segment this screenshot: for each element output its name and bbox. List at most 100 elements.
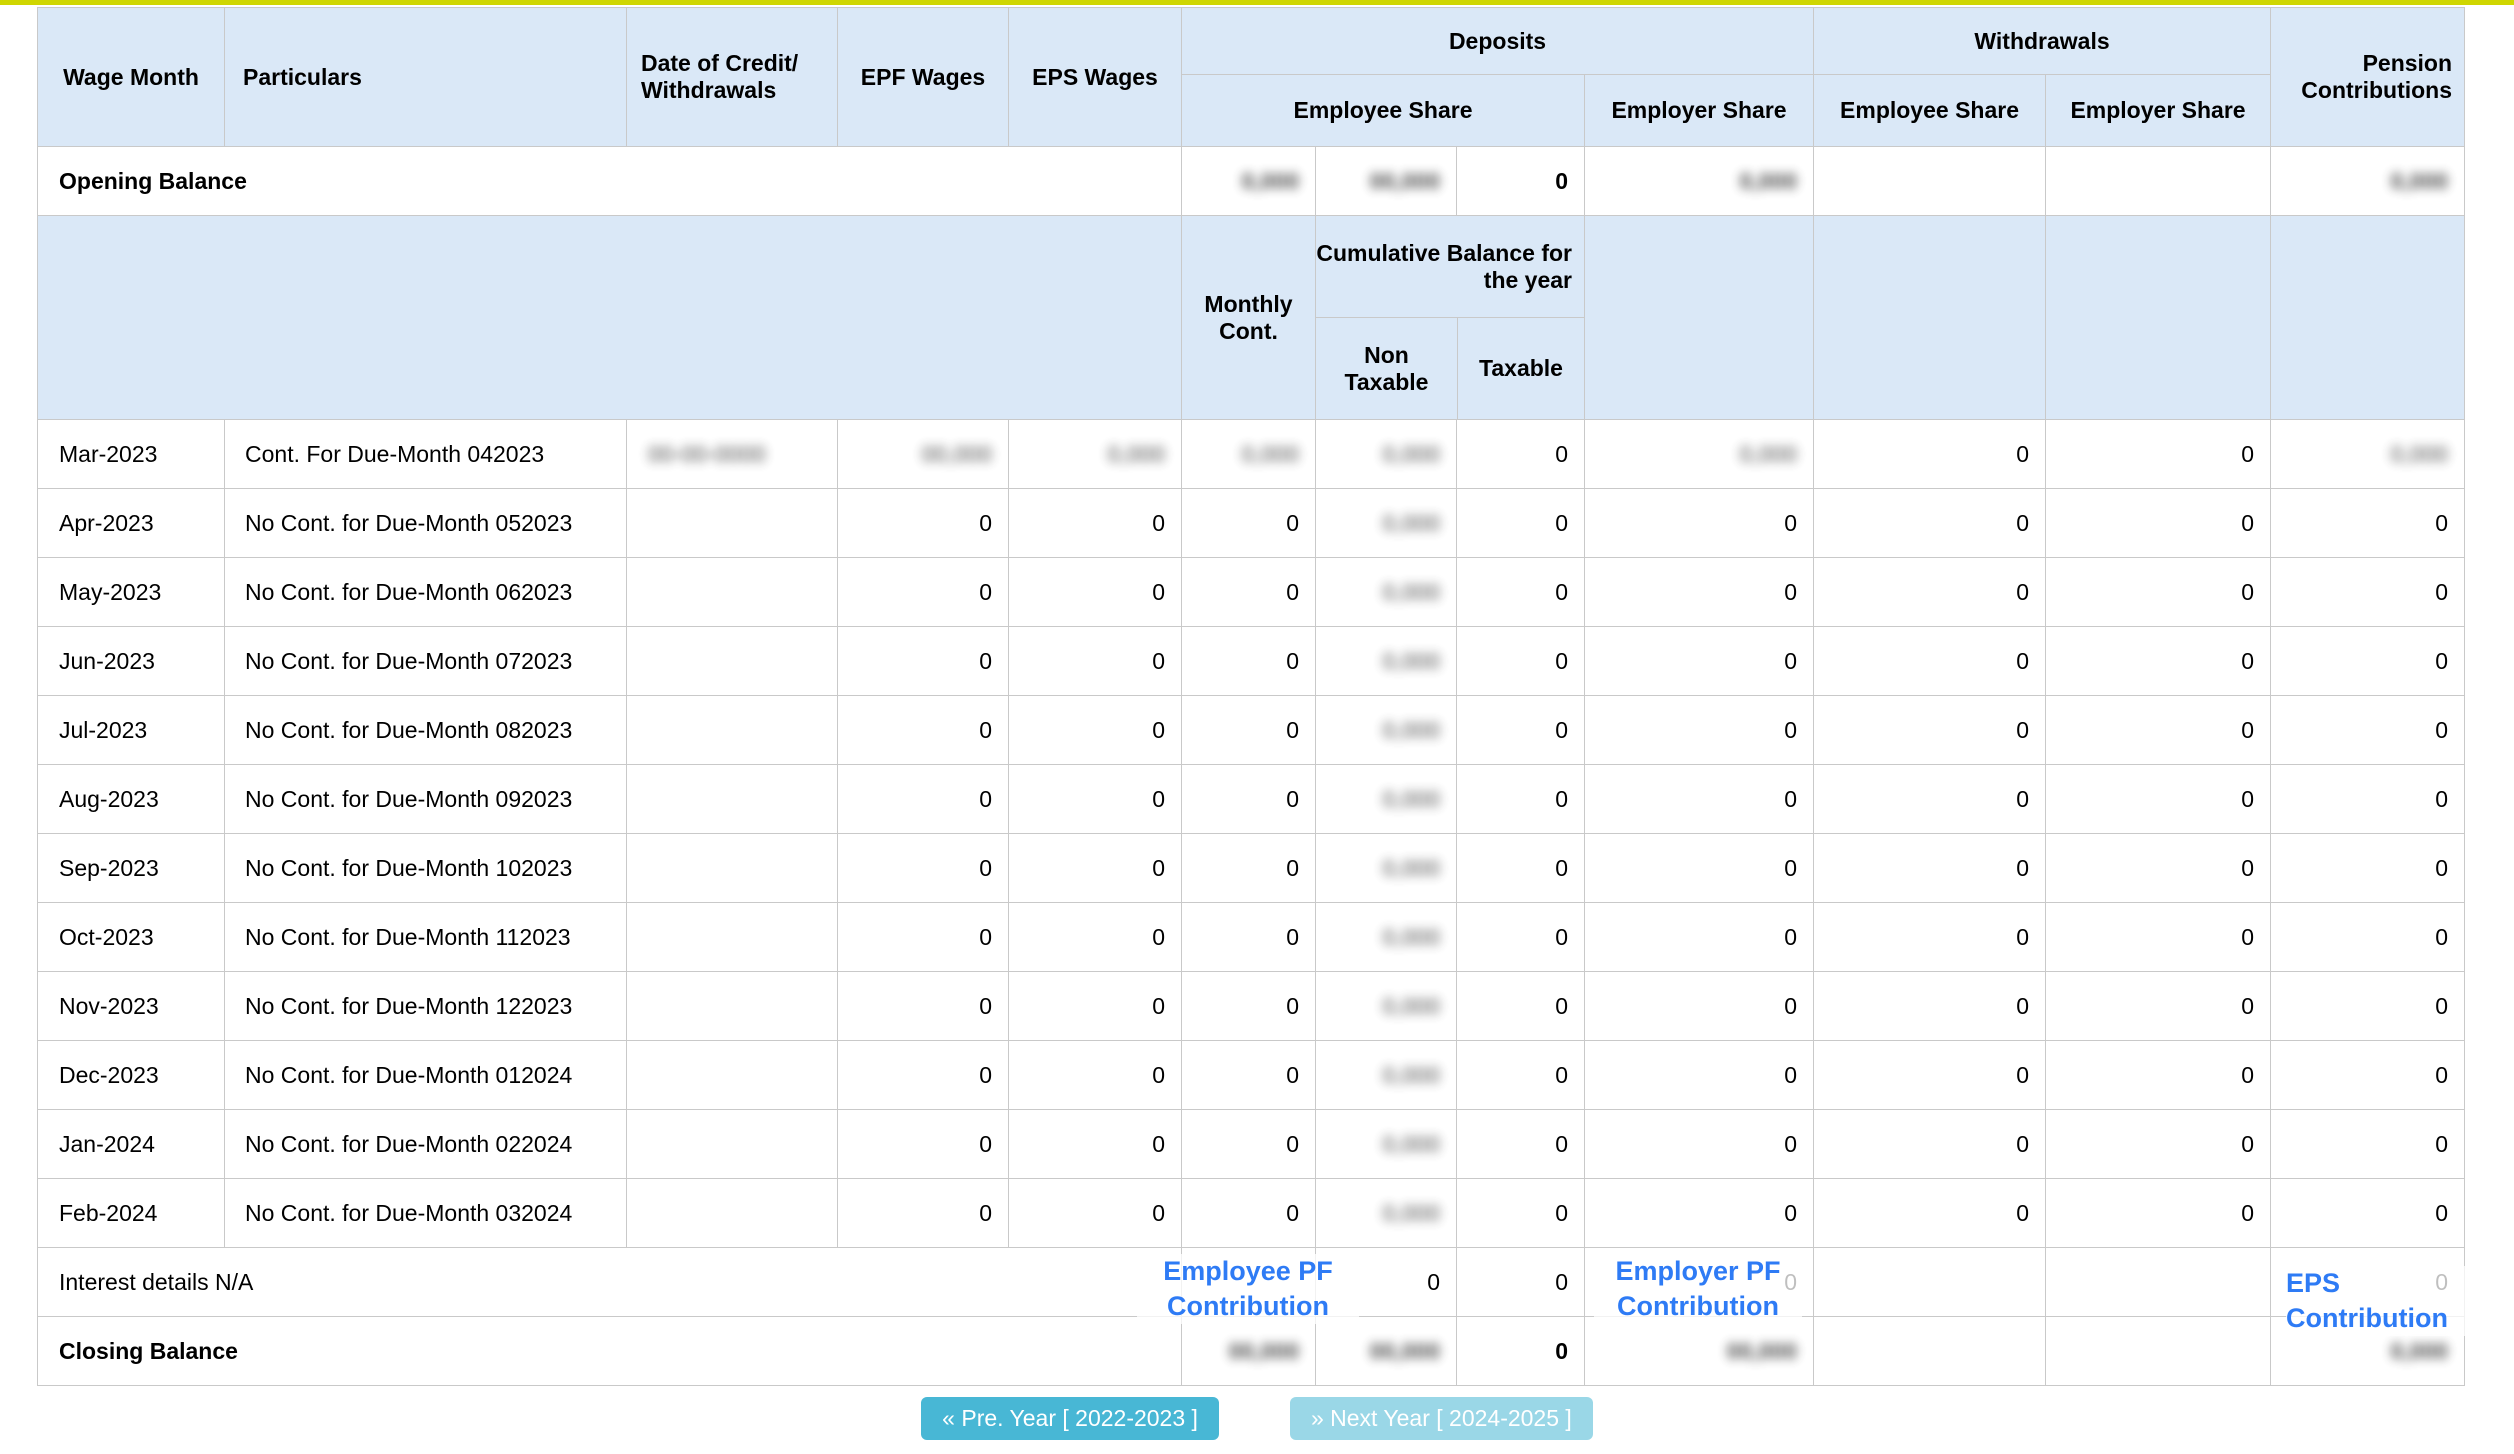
col-header-particulars: Particulars	[225, 8, 627, 147]
date-of-credit-cell	[627, 972, 838, 1041]
taxable-cell: 0	[1457, 834, 1585, 903]
redacted-value: 0,000	[1739, 441, 1797, 468]
taxable-cell: 0	[1457, 627, 1585, 696]
date-of-credit-cell	[627, 1041, 838, 1110]
redacted-value: 00,000	[1229, 1338, 1299, 1365]
epf-wages-cell: 0	[838, 627, 1009, 696]
eps-wages-cell: 0	[1009, 765, 1182, 834]
col-header-epf-wages: EPF Wages	[838, 8, 1009, 147]
annotation-eps-contribution: EPS Contribution	[2286, 1266, 2466, 1336]
employer-share-cell: 0	[1585, 972, 1814, 1041]
date-of-credit-cell	[627, 903, 838, 972]
withdrawal-employee-cell: 0	[1814, 972, 2046, 1041]
withdrawal-employer-cell: 0	[2046, 1110, 2271, 1179]
particulars-cell: No Cont. for Due-Month 112023	[225, 903, 627, 972]
wage-month-cell: Oct-2023	[38, 903, 225, 972]
particulars-cell: No Cont. for Due-Month 052023	[225, 489, 627, 558]
redacted-value: 00-00-0000	[648, 441, 766, 468]
passbook-table: Wage Month Particulars Date of Credit/ W…	[37, 7, 2465, 1386]
redacted-value: 0,000	[2390, 168, 2448, 195]
col-header-withdrawals-employer-share: Employer Share	[2046, 75, 2271, 147]
eps-wages-cell: 0	[1009, 903, 1182, 972]
monthly-cont-cell: 0	[1182, 765, 1316, 834]
particulars-cell: Cont. For Due-Month 042023	[225, 420, 627, 489]
epf-wages-cell: 0	[838, 765, 1009, 834]
taxable-cell: 0	[1457, 420, 1585, 489]
closing-balance-label: Closing Balance	[38, 1317, 1182, 1386]
closing-taxable: 0	[1457, 1317, 1585, 1386]
band-spacer	[2046, 216, 2271, 420]
redacted-value: 0,000	[1382, 1062, 1440, 1089]
opening-withdrawal-employee	[1814, 147, 2046, 216]
col-header-withdrawals-employee-share: Employee Share	[1814, 75, 2046, 147]
wage-month-row: Jul-2023No Cont. for Due-Month 082023000…	[38, 696, 2465, 765]
opening-taxable: 0	[1457, 147, 1585, 216]
redacted-value: 0,000	[1382, 924, 1440, 951]
date-of-credit-cell	[627, 696, 838, 765]
eps-wages-cell: 0	[1009, 1179, 1182, 1248]
pension-cell: 0	[2271, 903, 2465, 972]
cumulative-balance-header: Cumulative Balance for the yearNon Taxab…	[1316, 216, 1585, 420]
interest-taxable: 0	[1457, 1248, 1585, 1317]
next-year-button[interactable]: » Next Year [ 2024-2025 ]	[1290, 1397, 1593, 1440]
redacted-value: 0,000	[1382, 441, 1440, 468]
wage-month-cell: Nov-2023	[38, 972, 225, 1041]
eps-wages-cell: 0	[1009, 1041, 1182, 1110]
wage-month-cell: Feb-2024	[38, 1179, 225, 1248]
redacted-value: 0,000	[1739, 168, 1797, 195]
wage-month-cell: Mar-2023	[38, 420, 225, 489]
monthly-cont-header: Monthly Cont.	[1182, 216, 1316, 420]
wage-month-cell: Dec-2023	[38, 1041, 225, 1110]
pension-cell: 0	[2271, 765, 2465, 834]
epf-wages-cell: 0	[838, 489, 1009, 558]
date-of-credit-cell	[627, 558, 838, 627]
monthly-cont-cell: 0	[1182, 903, 1316, 972]
closing-non-taxable: 00,000	[1316, 1317, 1457, 1386]
withdrawal-employer-cell: 0	[2046, 1179, 2271, 1248]
non-taxable-cell: 0,000	[1316, 1179, 1457, 1248]
employer-share-cell: 0	[1585, 1179, 1814, 1248]
wage-month-row: Dec-2023No Cont. for Due-Month 012024000…	[38, 1041, 2465, 1110]
col-header-pension-contributions: Pension Contributions	[2271, 8, 2465, 147]
employer-share-cell: 0	[1585, 834, 1814, 903]
redacted-value: 00,000	[1370, 1338, 1440, 1365]
particulars-cell: No Cont. for Due-Month 022024	[225, 1110, 627, 1179]
redacted-value: 0,000	[1241, 168, 1299, 195]
wage-month-cell: Sep-2023	[38, 834, 225, 903]
taxable-cell: 0	[1457, 1179, 1585, 1248]
redacted-value: 0,000	[1382, 579, 1440, 606]
band-spacer	[2271, 216, 2465, 420]
date-of-credit-cell	[627, 627, 838, 696]
taxable-cell: 0	[1457, 489, 1585, 558]
date-of-credit-cell: 00-00-0000	[627, 420, 838, 489]
header-row-1: Wage Month Particulars Date of Credit/ W…	[38, 8, 2465, 75]
annotation-employee-pf-contribution: Employee PF Contribution	[1137, 1254, 1359, 1324]
wage-month-cell: Jun-2023	[38, 627, 225, 696]
employer-share-cell: 0	[1585, 765, 1814, 834]
particulars-cell: No Cont. for Due-Month 082023	[225, 696, 627, 765]
col-header-deposits-employer-share: Employer Share	[1585, 75, 1814, 147]
withdrawal-employer-cell: 0	[2046, 558, 2271, 627]
redacted-value: 0,000	[1382, 1200, 1440, 1227]
employer-share-cell: 0	[1585, 1110, 1814, 1179]
withdrawal-employee-cell: 0	[1814, 1110, 2046, 1179]
wage-month-row: Jun-2023No Cont. for Due-Month 072023000…	[38, 627, 2465, 696]
col-header-wage-month: Wage Month	[38, 8, 225, 147]
employer-share-cell: 0,000	[1585, 420, 1814, 489]
interest-withdrawal-employee	[1814, 1248, 2046, 1317]
redacted-value: 0,000	[1382, 786, 1440, 813]
employer-share-cell: 0	[1585, 903, 1814, 972]
withdrawal-employee-cell: 0	[1814, 834, 2046, 903]
withdrawal-employee-cell: 0	[1814, 420, 2046, 489]
epf-wages-cell: 0	[838, 696, 1009, 765]
monthly-cont-cell: 0	[1182, 1041, 1316, 1110]
redacted-value: 00,000	[1727, 1338, 1797, 1365]
closing-withdrawal-employer	[2046, 1317, 2271, 1386]
prev-year-button[interactable]: « Pre. Year [ 2022-2023 ]	[921, 1397, 1219, 1440]
epf-wages-cell: 0	[838, 834, 1009, 903]
taxable-header: Taxable	[1458, 318, 1584, 419]
band-spacer	[1814, 216, 2046, 420]
redacted-value: 0,000	[1382, 1131, 1440, 1158]
epf-wages-cell: 00,000	[838, 420, 1009, 489]
particulars-cell: No Cont. for Due-Month 062023	[225, 558, 627, 627]
